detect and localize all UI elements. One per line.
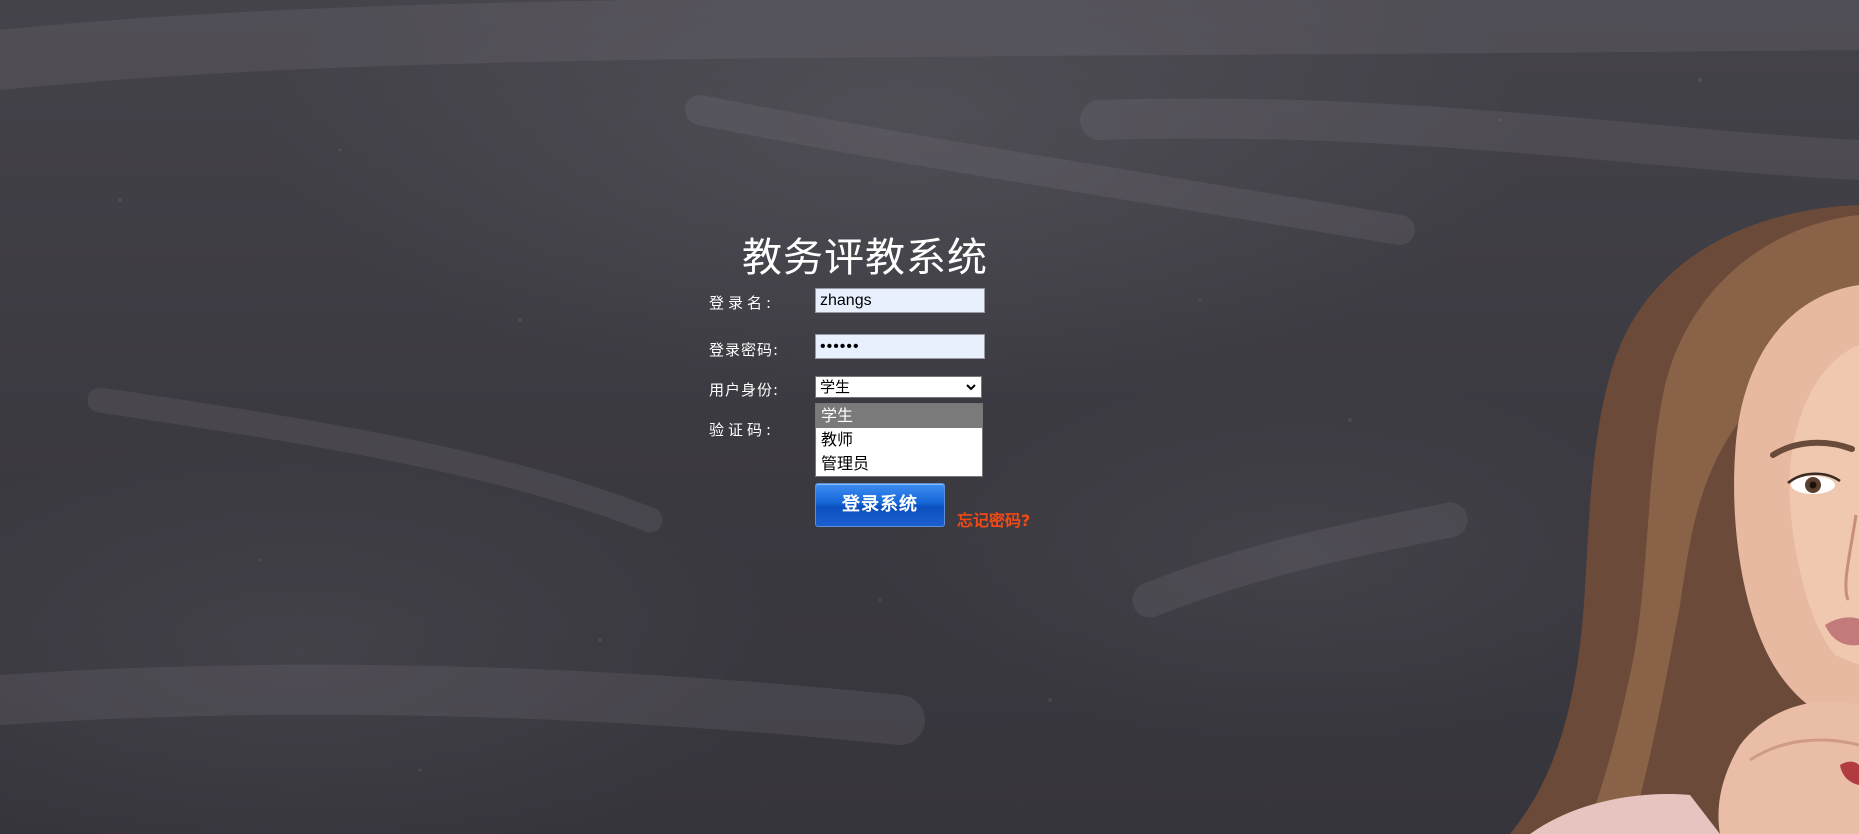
password-label: 登录密码: xyxy=(709,341,780,359)
role-label: 用户身份: xyxy=(709,381,780,399)
chevron-down-icon xyxy=(966,384,976,391)
role-select[interactable]: 学生 xyxy=(815,376,982,398)
password-input[interactable]: •••••• xyxy=(815,334,985,359)
role-option-teacher[interactable]: 教师 xyxy=(816,428,982,452)
username-input[interactable] xyxy=(815,288,985,313)
role-option-student[interactable]: 学生 xyxy=(816,404,982,428)
login-button[interactable]: 登录系统 xyxy=(815,483,945,527)
page-title: 教务评教系统 xyxy=(742,235,988,281)
role-option-admin[interactable]: 管理员 xyxy=(816,452,982,476)
captcha-label: 验证码: xyxy=(709,421,776,439)
role-select-value: 学生 xyxy=(820,378,851,396)
woman-portrait-image xyxy=(1510,205,1859,834)
forgot-password-link[interactable]: 忘记密码? xyxy=(957,507,1030,531)
username-label: 登录名: xyxy=(709,294,776,312)
role-dropdown-list: 学生 教师 管理员 xyxy=(815,403,983,477)
